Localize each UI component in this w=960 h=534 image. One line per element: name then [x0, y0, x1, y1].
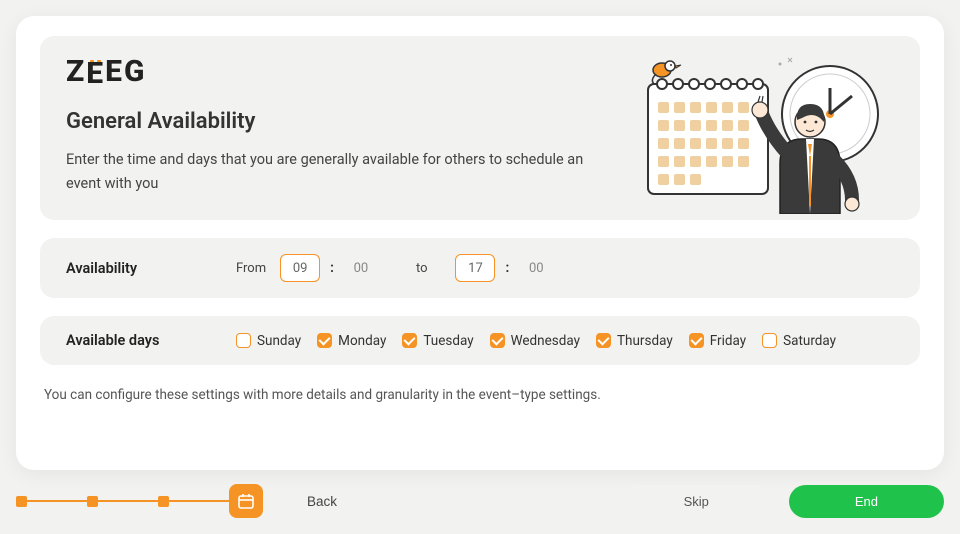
day-label: Friday	[710, 333, 746, 349]
progress-connector	[98, 500, 158, 502]
main-panel: ZEEG General Availability Enter the time…	[16, 16, 944, 470]
checkbox-icon[interactable]	[236, 333, 251, 348]
back-button[interactable]: Back	[293, 486, 351, 517]
available-days-label: Available days	[66, 332, 236, 349]
time-colon: :	[505, 260, 509, 276]
header-illustration	[630, 44, 900, 214]
day-checkbox-monday[interactable]: Monday	[317, 333, 386, 349]
availability-label: Availability	[66, 260, 236, 277]
day-checkbox-friday[interactable]: Friday	[689, 333, 746, 349]
to-hour-input[interactable]: 17	[455, 254, 495, 282]
from-label: From	[236, 261, 266, 276]
day-checkbox-tuesday[interactable]: Tuesday	[402, 333, 473, 349]
day-checkbox-thursday[interactable]: Thursday	[596, 333, 673, 349]
day-label: Thursday	[617, 333, 673, 349]
day-label: Monday	[338, 333, 386, 349]
day-label: Sunday	[257, 333, 301, 349]
progress-indicator	[16, 484, 263, 518]
day-checkbox-wednesday[interactable]: Wednesday	[490, 333, 580, 349]
checkbox-icon[interactable]	[596, 333, 611, 348]
to-label: to	[416, 261, 428, 276]
availability-row: Availability From 09 : 00 to 17 : 00	[40, 238, 920, 298]
progress-step	[87, 496, 98, 507]
progress-step	[16, 496, 27, 507]
progress-connector	[27, 500, 87, 502]
progress-connector	[169, 500, 229, 502]
time-range-group: From 09 : 00 to 17 : 00	[236, 254, 553, 282]
settings-note: You can configure these settings with mo…	[44, 387, 920, 403]
checkbox-icon[interactable]	[402, 333, 417, 348]
day-label: Saturday	[783, 333, 836, 349]
days-group: Sunday Monday Tuesday Wednesday Thursday Frid…	[236, 333, 836, 349]
day-label: Wednesday	[511, 333, 580, 349]
bottom-bar: Back Skip End	[16, 484, 944, 518]
to-minute-input[interactable]: 00	[519, 254, 553, 282]
checkbox-icon[interactable]	[762, 333, 777, 348]
checkbox-icon[interactable]	[317, 333, 332, 348]
checkbox-icon[interactable]	[689, 333, 704, 348]
skip-button[interactable]: Skip	[624, 485, 769, 518]
calendar-icon	[229, 484, 263, 518]
progress-step	[158, 496, 169, 507]
time-colon: :	[330, 260, 334, 276]
page-subtitle: Enter the time and days that you are gen…	[66, 148, 586, 196]
day-checkbox-saturday[interactable]: Saturday	[762, 333, 836, 349]
header-card: ZEEG General Availability Enter the time…	[40, 36, 920, 220]
checkbox-icon[interactable]	[490, 333, 505, 348]
from-hour-input[interactable]: 09	[280, 254, 320, 282]
from-minute-input[interactable]: 00	[344, 254, 378, 282]
day-label: Tuesday	[423, 333, 473, 349]
end-button[interactable]: End	[789, 485, 944, 518]
day-checkbox-sunday[interactable]: Sunday	[236, 333, 301, 349]
available-days-row: Available days Sunday Monday Tuesday Wednes…	[40, 316, 920, 365]
